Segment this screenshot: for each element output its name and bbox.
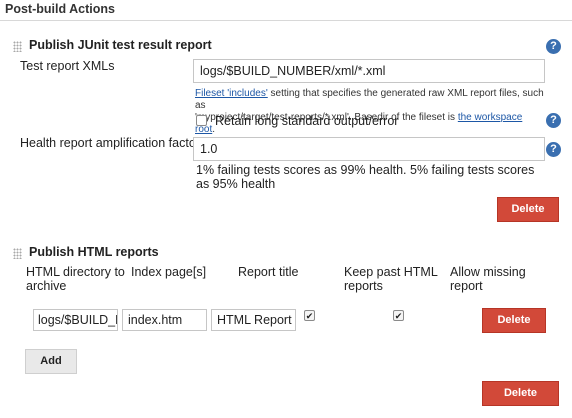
html-reports-title: Publish HTML reports bbox=[29, 245, 159, 259]
retain-output-label: Retain long standard output/error bbox=[215, 114, 399, 128]
report-xmls-description: Fileset 'includes' setting that specifie… bbox=[195, 88, 545, 136]
help-icon[interactable]: ? bbox=[546, 39, 561, 54]
delete-junit-button[interactable]: Delete bbox=[497, 197, 559, 222]
column-header-keep-past: Keep past HTML reports bbox=[344, 265, 438, 293]
report-title-input[interactable]: HTML Report bbox=[211, 309, 296, 331]
drag-handle-icon[interactable] bbox=[13, 41, 22, 52]
fileset-includes-link[interactable]: Fileset 'includes' bbox=[195, 88, 268, 99]
add-report-button[interactable]: Add bbox=[25, 349, 77, 374]
delete-report-row-button[interactable]: Delete bbox=[482, 308, 546, 333]
help-icon[interactable]: ? bbox=[546, 113, 561, 128]
delete-html-reports-button[interactable]: Delete bbox=[482, 381, 559, 406]
section-divider bbox=[0, 20, 572, 21]
allow-missing-report-checkbox[interactable] bbox=[393, 310, 404, 321]
report-xmls-label: Test report XMLs bbox=[20, 59, 115, 73]
index-page-input[interactable]: index.htm bbox=[122, 309, 207, 331]
junit-title: Publish JUnit test result report bbox=[29, 38, 212, 52]
health-factor-label: Health report amplification factor bbox=[20, 136, 200, 150]
keep-past-reports-checkbox[interactable] bbox=[304, 310, 315, 321]
column-header-allow-missing: Allow missing report bbox=[450, 265, 526, 293]
column-header-report-title: Report title bbox=[238, 265, 299, 279]
drag-handle-icon[interactable] bbox=[13, 248, 22, 259]
section-title: Post-build Actions bbox=[5, 2, 115, 16]
html-directory-input[interactable]: logs/$BUILD_N bbox=[33, 309, 118, 331]
report-xmls-input[interactable]: logs/$BUILD_NUMBER/xml/*.xml bbox=[193, 59, 545, 83]
health-factor-hint: 1% failing tests scores as 99% health. 5… bbox=[196, 163, 535, 191]
retain-output-checkbox[interactable] bbox=[196, 115, 207, 126]
column-header-index-pages: Index page[s] bbox=[131, 265, 207, 279]
column-header-html-directory: HTML directory to archive bbox=[26, 265, 125, 293]
health-factor-input[interactable]: 1.0 bbox=[193, 137, 545, 161]
help-icon[interactable]: ? bbox=[546, 142, 561, 157]
